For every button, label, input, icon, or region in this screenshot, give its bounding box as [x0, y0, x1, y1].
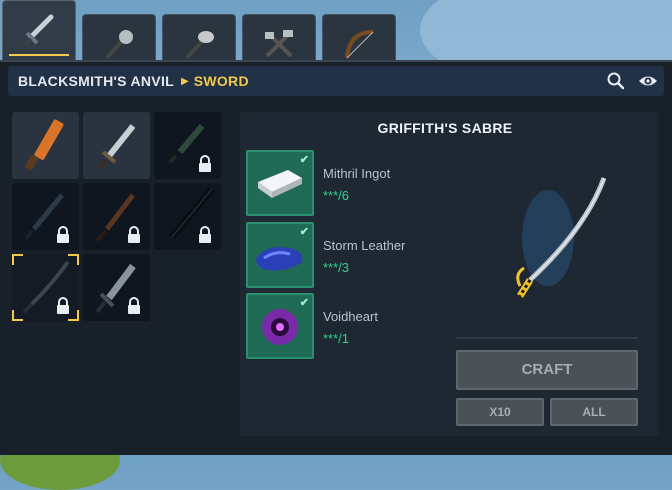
- craft-all-button[interactable]: ALL: [550, 398, 638, 426]
- check-icon: ✔: [299, 154, 309, 166]
- item-slot-bronze-sword[interactable]: [83, 183, 150, 250]
- check-icon: ✔: [299, 297, 309, 309]
- breadcrumb-root[interactable]: BLACKSMITH'S ANVIL: [18, 73, 174, 89]
- item-slot-griffiths-sabre[interactable]: [12, 254, 79, 321]
- bow-icon: [345, 29, 374, 58]
- ingredient-quantity: ***/3: [323, 260, 350, 275]
- craft-x10-button[interactable]: X10: [456, 398, 544, 426]
- breadcrumb-arrow-icon: ▶: [180, 75, 189, 87]
- crafting-panel: BLACKSMITH'S ANVIL ▶ SWORD GRIFFITH'S SA…: [0, 60, 672, 455]
- item-slot-broad-sword[interactable]: [83, 254, 150, 321]
- item-slot-jade-dagger[interactable]: [154, 112, 221, 179]
- item-slot-orange-blade[interactable]: [12, 112, 79, 179]
- eye-icon[interactable]: [638, 71, 658, 91]
- ingredient-slot[interactable]: ✔: [246, 150, 314, 216]
- check-icon: ✔: [299, 226, 309, 238]
- steel-sword-icon: [97, 124, 136, 170]
- divider: [456, 337, 638, 339]
- sword-icon: [23, 14, 54, 46]
- category-tabs: [2, 0, 396, 72]
- lock-icon: [199, 226, 211, 243]
- lock-icon: [57, 226, 69, 243]
- item-slot-steel-sword[interactable]: [83, 112, 150, 179]
- item-slot-greatsword[interactable]: [154, 183, 221, 250]
- crossed-hammers-icon: [265, 29, 293, 57]
- battle-axe-icon: [185, 30, 214, 59]
- recipe-detail: GRIFFITH'S SABRE ✔ Mithril Ingot ***/6 ✔…: [240, 112, 658, 436]
- lock-icon: [128, 297, 140, 314]
- recipe-grid: [12, 112, 221, 321]
- panel-header: BLACKSMITH'S ANVIL ▶ SWORD: [8, 66, 664, 96]
- mace-icon: [105, 29, 133, 59]
- orange-blade-icon: [24, 119, 64, 171]
- search-icon[interactable]: [606, 71, 626, 91]
- ingredient-slot[interactable]: ✔: [246, 293, 314, 359]
- ingredient-quantity: ***/6: [323, 188, 350, 203]
- ingredient-slot[interactable]: ✔: [246, 222, 314, 288]
- item-title: GRIFFITH'S SABRE: [377, 120, 513, 136]
- ingredient-name: Voidheart: [323, 309, 378, 324]
- lock-icon: [199, 155, 211, 172]
- ingredient-name: Mithril Ingot: [323, 166, 391, 181]
- item-slot-dark-rapier[interactable]: [12, 183, 79, 250]
- lock-icon: [57, 297, 69, 314]
- breadcrumb-current: SWORD: [193, 73, 249, 89]
- ingredient-quantity: ***/1: [323, 331, 350, 346]
- tab-sword[interactable]: [2, 0, 76, 60]
- craft-button[interactable]: CRAFT: [456, 350, 638, 390]
- sabre-preview: [516, 177, 607, 298]
- lock-icon: [128, 226, 140, 243]
- ingredient-name: Storm Leather: [323, 238, 406, 253]
